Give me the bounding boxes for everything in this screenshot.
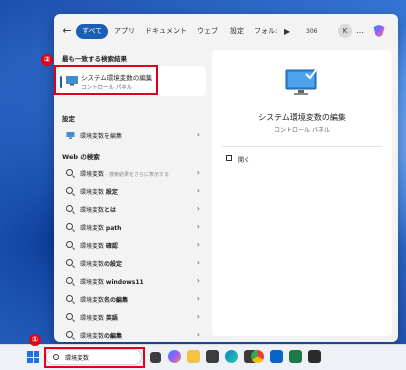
web-result-hint: - 検索結果をさらに表示する: [104, 172, 169, 178]
web-result-label: 環境変数: [80, 189, 106, 196]
tab-folders[interactable]: フォル:: [254, 24, 277, 39]
back-arrow-icon[interactable]: ←: [60, 24, 74, 38]
preview-subtitle: コントロール パネル: [274, 127, 330, 134]
mail-icon[interactable]: [270, 350, 283, 363]
chevron-right-icon: ›: [196, 276, 200, 285]
web-result-bold-term: 名の編集: [104, 297, 129, 304]
chevron-right-icon: ›: [196, 204, 200, 213]
tabs-scroll-right-button[interactable]: ▶: [284, 24, 290, 39]
settings-heading: 設定: [62, 115, 75, 123]
open-label: 開く: [238, 157, 251, 164]
web-result-item[interactable]: 環境変数 windows11 ›: [60, 273, 206, 291]
web-result-label: 環境変数: [80, 261, 105, 268]
search-icon: [66, 169, 73, 176]
best-match-highlight-box: [54, 65, 158, 95]
file-explorer-icon[interactable]: [187, 350, 200, 363]
copilot-icon[interactable]: [370, 22, 388, 40]
chevron-right-icon: ›: [196, 240, 200, 249]
rewards-points: 306: [306, 28, 318, 35]
settings-result-item[interactable]: 環境変数を編集 ›: [60, 127, 206, 145]
excel-icon[interactable]: [289, 350, 302, 363]
web-result-item[interactable]: 環境変数 英語 ›: [60, 309, 206, 327]
search-icon: [66, 331, 73, 338]
settings-monitor-icon: [66, 132, 75, 139]
web-result-item[interactable]: 環境変数 確認 ›: [60, 237, 206, 255]
search-panel: ← すべて アプリ ドキュメント ウェブ 設定 フォル: ▶ 306 K … 最…: [54, 14, 398, 342]
control-panel-monitor-icon: [285, 69, 317, 95]
web-result-label: 環境変数: [80, 171, 105, 178]
search-icon: [66, 295, 73, 302]
tab-web[interactable]: ウェブ: [197, 24, 218, 39]
web-result-item[interactable]: 環境変数名の編集 ›: [60, 291, 206, 309]
terminal-icon[interactable]: [308, 350, 321, 363]
chevron-right-icon: ›: [196, 168, 200, 177]
web-result-bold-term: の設定: [104, 261, 123, 268]
web-result-label: 環境変数: [80, 207, 105, 214]
web-result-bold-term: 確認: [105, 243, 118, 250]
search-icon: [66, 205, 73, 212]
chrome-icon[interactable]: [251, 350, 264, 363]
edge-icon[interactable]: [225, 350, 238, 363]
open-external-icon: [226, 155, 232, 161]
search-tabs-bar: ← すべて アプリ ドキュメント ウェブ 設定 フォル: ▶ 306 K …: [54, 14, 398, 48]
web-result-item[interactable]: 環境変数 設定 ›: [60, 183, 206, 201]
web-result-item[interactable]: 環境変数とは ›: [60, 201, 206, 219]
preview-pane: システム環境変数の編集 コントロール パネル 開く: [212, 50, 392, 336]
annotation-marker-2: ②: [41, 54, 53, 66]
web-result-bold-term: path: [105, 225, 122, 232]
divider: [222, 146, 382, 147]
web-result-label: 環境変数: [80, 243, 106, 250]
web-result-label: 環境変数: [80, 333, 105, 340]
search-icon: [66, 187, 73, 194]
web-result-label: 環境変数: [80, 279, 106, 286]
search-icon: [66, 313, 73, 320]
tab-all[interactable]: すべて: [76, 24, 109, 39]
best-match-heading: 最も一致する検索結果: [62, 55, 127, 63]
web-result-bold-term: とは: [104, 207, 117, 214]
tab-documents[interactable]: ドキュメント: [145, 24, 187, 39]
more-options-button[interactable]: …: [356, 24, 364, 38]
web-result-label: 環境変数: [80, 225, 106, 232]
task-view-icon[interactable]: [150, 352, 161, 363]
web-result-bold-term: windows11: [105, 279, 144, 286]
web-result-item[interactable]: 環境変数 - 検索結果をさらに表示する ›: [60, 165, 206, 183]
web-result-bold-term: 英語: [105, 315, 118, 322]
settings-result-label: 環境変数を編集: [80, 133, 123, 140]
preview-title: システム環境変数の編集: [258, 113, 346, 122]
web-result-item[interactable]: 環境変数 path ›: [60, 219, 206, 237]
chevron-right-icon: ›: [196, 294, 200, 303]
tab-settings[interactable]: 設定: [230, 24, 244, 39]
search-icon: [66, 277, 73, 284]
web-result-label: 環境変数: [80, 315, 106, 322]
chevron-right-icon: ›: [196, 258, 200, 267]
chevron-right-icon: ›: [196, 130, 200, 139]
search-icon: [66, 259, 73, 266]
web-result-item[interactable]: 環境変数の編集 ›: [60, 327, 206, 342]
web-result-item[interactable]: 環境変数の設定 ›: [60, 255, 206, 273]
terminal-icon[interactable]: [206, 350, 219, 363]
web-result-label: 環境変数: [80, 297, 105, 304]
chevron-right-icon: ›: [196, 222, 200, 231]
search-icon: [66, 223, 73, 230]
search-icon: [66, 241, 73, 248]
web-result-bold-term: の編集: [104, 333, 123, 340]
open-action[interactable]: 開く: [226, 155, 250, 164]
chevron-right-icon: ›: [196, 312, 200, 321]
copilot-icon[interactable]: [168, 350, 181, 363]
web-search-heading: Web の検索: [62, 153, 100, 161]
chevron-right-icon: ›: [196, 186, 200, 195]
tab-apps[interactable]: アプリ: [114, 24, 135, 39]
web-result-bold-term: 設定: [105, 189, 118, 196]
chevron-right-icon: ›: [196, 330, 200, 339]
taskbar-search-highlight-box: [44, 347, 145, 368]
avatar[interactable]: K: [338, 24, 352, 38]
windows-start-icon[interactable]: [27, 351, 39, 363]
annotation-marker-1: ①: [29, 334, 41, 346]
